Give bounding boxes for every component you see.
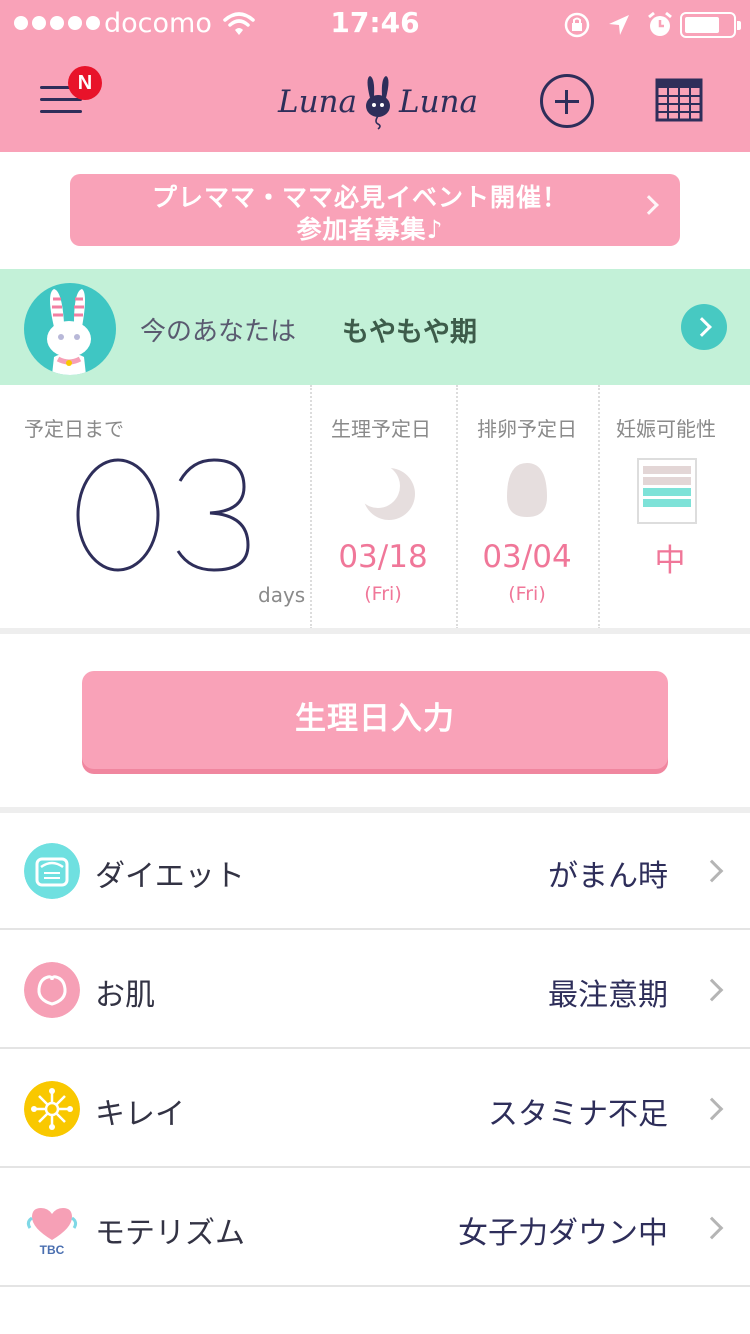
list-item-label: お肌 [95,978,155,1013]
chance-meter-icon [637,458,697,524]
countdown-number: 03 [72,445,250,572]
add-button[interactable] [540,74,594,128]
ovulation-day: (Fri) [508,583,546,605]
app-logo: Luna Luna [278,72,478,132]
svg-text:03: 03 [72,445,92,449]
chevron-right-icon [700,978,724,1002]
tbc-heart-icon: TBC [26,1208,78,1256]
chance-value: 中 [654,543,686,579]
scale-icon [24,843,80,899]
list-item-value: 女子力ダウン中 [458,1216,668,1251]
period-day: (Fri) [364,583,402,605]
divider [598,385,600,629]
divider [310,385,312,629]
peach-icon [24,962,80,1018]
list-item-value: 最注意期 [548,978,668,1013]
section-divider [0,628,750,634]
rotation-lock-icon [564,12,590,38]
moon-icon [358,464,415,520]
list-item-label: ダイエット [95,859,245,894]
phase-value: もやもや期 [342,317,477,348]
cycle-stats: 予定日まで 03 days 生理予定日 03/18 (Fri) 排卵予定日 03… [0,385,750,629]
chevron-right-icon [700,1216,724,1240]
sparkle-icon [24,1081,80,1137]
phase-banner[interactable]: 今のあなたは もやもや期 [0,269,750,385]
calendar-icon[interactable] [654,74,704,124]
period-date: 03/18 [338,539,428,575]
rabbit-logo-icon [366,76,390,130]
list-item-label: キレイ [95,1097,185,1132]
period-label: 生理予定日 [331,417,431,441]
chevron-right-icon [700,1097,724,1121]
status-bar: docomo 17:46 [0,0,750,50]
rabbit-avatar [24,283,116,375]
period-input-button[interactable]: 生理日入力 [82,671,668,769]
egg-icon [507,463,547,517]
banner-line-2: 参加者募集♪ [296,215,444,244]
list-item-diet[interactable]: ダイエット がまん時 [0,813,750,930]
countdown-label: 予定日まで [24,417,124,441]
list-item-beauty[interactable]: キレイ スタミナ不足 [0,1051,750,1168]
ovulation-date: 03/04 [482,539,572,575]
chance-label: 妊娠可能性 [616,417,716,441]
list-item-label: モテリズム [95,1216,245,1251]
list-item-moterhythm[interactable]: TBC モテリズム 女子力ダウン中 [0,1170,750,1287]
phase-label: 今のあなたは [140,317,297,347]
chevron-right-icon [700,859,724,883]
notification-badge: N [68,66,102,100]
rabbit-character-icon [47,289,91,375]
countdown-unit: days [258,583,306,607]
svg-text:TBC: TBC [40,1243,65,1256]
app-header: docomo 17:46 N Luna Luna [0,0,750,152]
alarm-icon [648,11,672,36]
list-item-value: スタミナ不足 [488,1097,668,1132]
list-item-skin[interactable]: お肌 最注意期 [0,932,750,1049]
ovulation-label: 排卵予定日 [477,417,577,441]
list-item-value: がまん時 [548,859,668,894]
location-arrow-icon [609,15,629,35]
chevron-right-icon[interactable] [681,304,727,350]
banner-line-1: プレママ・ママ必見イベント開催！ [151,183,568,212]
battery-icon [680,12,741,38]
event-banner[interactable]: プレママ・ママ必見イベント開催！ 参加者募集♪ [70,174,680,246]
